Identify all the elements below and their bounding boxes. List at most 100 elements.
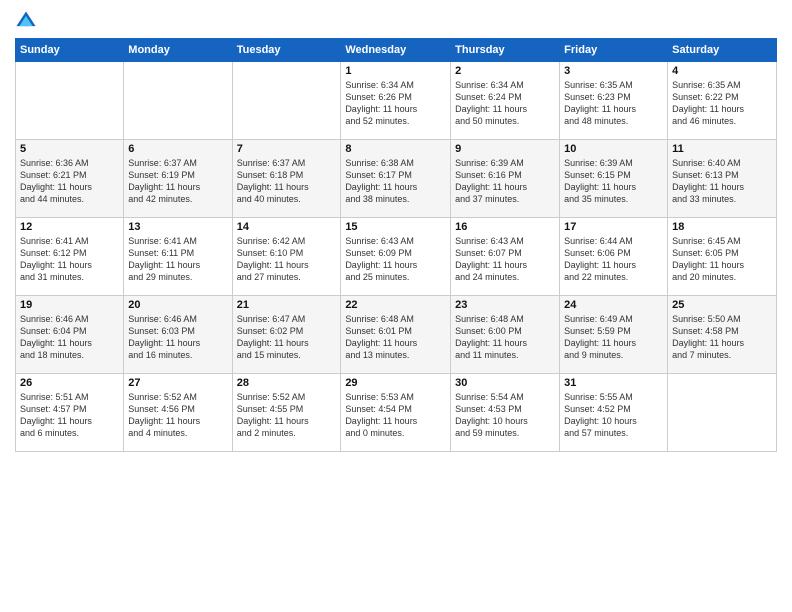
day-number: 17 xyxy=(564,221,663,233)
day-info: Sunrise: 6:44 AM Sunset: 6:06 PM Dayligh… xyxy=(564,235,663,284)
day-number: 3 xyxy=(564,65,663,77)
day-number: 4 xyxy=(672,65,772,77)
day-info: Sunrise: 5:52 AM Sunset: 4:56 PM Dayligh… xyxy=(128,391,227,440)
table-row: 7 Sunrise: 6:37 AM Sunset: 6:18 PM Daylig… xyxy=(232,140,341,218)
day-info: Sunrise: 6:34 AM Sunset: 6:26 PM Dayligh… xyxy=(345,79,446,128)
day-number: 26 xyxy=(20,377,119,389)
day-number: 31 xyxy=(564,377,663,389)
table-row: 15 Sunrise: 6:43 AM Sunset: 6:09 PM Dayli… xyxy=(341,218,451,296)
day-info: Sunrise: 5:52 AM Sunset: 4:55 PM Dayligh… xyxy=(237,391,337,440)
day-number: 28 xyxy=(237,377,337,389)
day-info: Sunrise: 5:53 AM Sunset: 4:54 PM Dayligh… xyxy=(345,391,446,440)
table-row: 5 Sunrise: 6:36 AM Sunset: 6:21 PM Daylig… xyxy=(16,140,124,218)
table-row: 16Sunrise: 6:43 AM Sunset: 6:07 PM Dayli… xyxy=(451,218,560,296)
day-info: Sunrise: 6:37 AM Sunset: 6:18 PM Dayligh… xyxy=(237,157,337,206)
day-info: Sunrise: 6:48 AM Sunset: 6:01 PM Dayligh… xyxy=(345,313,446,362)
table-row: 8 Sunrise: 6:38 AM Sunset: 6:17 PM Daylig… xyxy=(341,140,451,218)
header xyxy=(15,10,777,32)
day-number: 9 xyxy=(455,143,555,155)
day-info: Sunrise: 5:54 AM Sunset: 4:53 PM Dayligh… xyxy=(455,391,555,440)
day-info: Sunrise: 6:35 AM Sunset: 6:22 PM Dayligh… xyxy=(672,79,772,128)
table-row: 30Sunrise: 5:54 AM Sunset: 4:53 PM Dayli… xyxy=(451,374,560,452)
day-info: Sunrise: 6:48 AM Sunset: 6:00 PM Dayligh… xyxy=(455,313,555,362)
table-row: 21 Sunrise: 6:47 AM Sunset: 6:02 PM Dayli… xyxy=(232,296,341,374)
day-info: Sunrise: 5:50 AM Sunset: 4:58 PM Dayligh… xyxy=(672,313,772,362)
day-number: 6 xyxy=(128,143,227,155)
day-number: 13 xyxy=(128,221,227,233)
day-info: Sunrise: 6:39 AM Sunset: 6:16 PM Dayligh… xyxy=(455,157,555,206)
table-row: 26Sunrise: 5:51 AM Sunset: 4:57 PM Dayli… xyxy=(16,374,124,452)
col-friday: Friday xyxy=(560,39,668,62)
calendar-body: 1 Sunrise: 6:34 AM Sunset: 6:26 PM Daylig… xyxy=(16,62,777,452)
day-number: 15 xyxy=(345,221,446,233)
calendar: Sunday Monday Tuesday Wednesday Thursday… xyxy=(15,38,777,452)
day-info: Sunrise: 6:41 AM Sunset: 6:11 PM Dayligh… xyxy=(128,235,227,284)
table-row: 14 Sunrise: 6:42 AM Sunset: 6:10 PM Dayli… xyxy=(232,218,341,296)
table-row xyxy=(668,374,777,452)
day-number: 18 xyxy=(672,221,772,233)
day-number: 27 xyxy=(128,377,227,389)
day-info: Sunrise: 6:40 AM Sunset: 6:13 PM Dayligh… xyxy=(672,157,772,206)
table-row: 3 Sunrise: 6:35 AM Sunset: 6:23 PM Daylig… xyxy=(560,62,668,140)
logo xyxy=(15,10,41,32)
day-info: Sunrise: 6:46 AM Sunset: 6:04 PM Dayligh… xyxy=(20,313,119,362)
table-row: 20 Sunrise: 6:46 AM Sunset: 6:03 PM Dayli… xyxy=(124,296,232,374)
table-row xyxy=(232,62,341,140)
day-number: 20 xyxy=(128,299,227,311)
day-info: Sunrise: 6:47 AM Sunset: 6:02 PM Dayligh… xyxy=(237,313,337,362)
day-info: Sunrise: 6:35 AM Sunset: 6:23 PM Dayligh… xyxy=(564,79,663,128)
day-number: 1 xyxy=(345,65,446,77)
table-row: 28 Sunrise: 5:52 AM Sunset: 4:55 PM Dayli… xyxy=(232,374,341,452)
day-number: 22 xyxy=(345,299,446,311)
col-sunday: Sunday xyxy=(16,39,124,62)
day-number: 19 xyxy=(20,299,119,311)
day-number: 7 xyxy=(237,143,337,155)
day-info: Sunrise: 6:37 AM Sunset: 6:19 PM Dayligh… xyxy=(128,157,227,206)
day-info: Sunrise: 6:45 AM Sunset: 6:05 PM Dayligh… xyxy=(672,235,772,284)
table-row xyxy=(16,62,124,140)
day-number: 29 xyxy=(345,377,446,389)
day-info: Sunrise: 6:46 AM Sunset: 6:03 PM Dayligh… xyxy=(128,313,227,362)
table-row: 12 Sunrise: 6:41 AM Sunset: 6:12 PM Dayli… xyxy=(16,218,124,296)
day-info: Sunrise: 6:34 AM Sunset: 6:24 PM Dayligh… xyxy=(455,79,555,128)
day-info: Sunrise: 6:42 AM Sunset: 6:10 PM Dayligh… xyxy=(237,235,337,284)
day-info: Sunrise: 6:38 AM Sunset: 6:17 PM Dayligh… xyxy=(345,157,446,206)
day-number: 25 xyxy=(672,299,772,311)
day-number: 12 xyxy=(20,221,119,233)
col-saturday: Saturday xyxy=(668,39,777,62)
table-row: 27 Sunrise: 5:52 AM Sunset: 4:56 PM Dayli… xyxy=(124,374,232,452)
table-row: 24 Sunrise: 6:49 AM Sunset: 5:59 PM Dayli… xyxy=(560,296,668,374)
day-number: 2 xyxy=(455,65,555,77)
table-row: 6 Sunrise: 6:37 AM Sunset: 6:19 PM Daylig… xyxy=(124,140,232,218)
day-info: Sunrise: 5:55 AM Sunset: 4:52 PM Dayligh… xyxy=(564,391,663,440)
table-row: 2 Sunrise: 6:34 AM Sunset: 6:24 PM Daylig… xyxy=(451,62,560,140)
col-wednesday: Wednesday xyxy=(341,39,451,62)
table-row xyxy=(124,62,232,140)
day-info: Sunrise: 6:36 AM Sunset: 6:21 PM Dayligh… xyxy=(20,157,119,206)
day-number: 21 xyxy=(237,299,337,311)
table-row: 22 Sunrise: 6:48 AM Sunset: 6:01 PM Dayli… xyxy=(341,296,451,374)
day-info: Sunrise: 6:41 AM Sunset: 6:12 PM Dayligh… xyxy=(20,235,119,284)
day-number: 23 xyxy=(455,299,555,311)
day-number: 14 xyxy=(237,221,337,233)
day-number: 10 xyxy=(564,143,663,155)
logo-icon xyxy=(15,10,37,32)
calendar-header: Sunday Monday Tuesday Wednesday Thursday… xyxy=(16,39,777,62)
table-row: 31 Sunrise: 5:55 AM Sunset: 4:52 PM Dayli… xyxy=(560,374,668,452)
day-number: 8 xyxy=(345,143,446,155)
table-row: 25 Sunrise: 5:50 AM Sunset: 4:58 PM Dayli… xyxy=(668,296,777,374)
table-row: 11Sunrise: 6:40 AM Sunset: 6:13 PM Dayli… xyxy=(668,140,777,218)
day-info: Sunrise: 6:49 AM Sunset: 5:59 PM Dayligh… xyxy=(564,313,663,362)
day-number: 5 xyxy=(20,143,119,155)
col-monday: Monday xyxy=(124,39,232,62)
table-row: 19 Sunrise: 6:46 AM Sunset: 6:04 PM Dayli… xyxy=(16,296,124,374)
day-info: Sunrise: 6:43 AM Sunset: 6:09 PM Dayligh… xyxy=(345,235,446,284)
table-row: 18 Sunrise: 6:45 AM Sunset: 6:05 PM Dayli… xyxy=(668,218,777,296)
table-row: 23 Sunrise: 6:48 AM Sunset: 6:00 PM Dayli… xyxy=(451,296,560,374)
day-number: 24 xyxy=(564,299,663,311)
table-row: 10Sunrise: 6:39 AM Sunset: 6:15 PM Dayli… xyxy=(560,140,668,218)
table-row: 13 Sunrise: 6:41 AM Sunset: 6:11 PM Dayli… xyxy=(124,218,232,296)
col-tuesday: Tuesday xyxy=(232,39,341,62)
day-number: 16 xyxy=(455,221,555,233)
table-row: 17 Sunrise: 6:44 AM Sunset: 6:06 PM Dayli… xyxy=(560,218,668,296)
